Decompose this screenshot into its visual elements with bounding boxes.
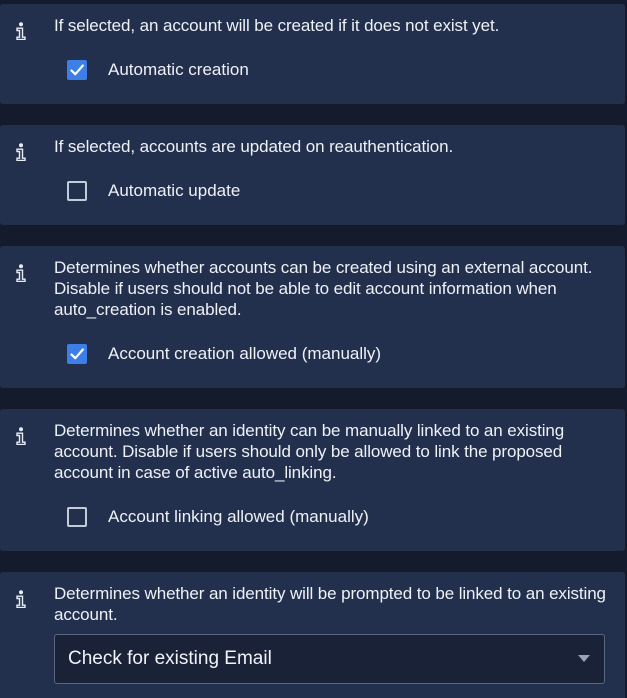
linking-mode-selected-value: Check for existing Email (68, 648, 272, 669)
setting-panel-linking-prompt: Determines whether an identity will be p… (0, 572, 625, 698)
info-icon (16, 22, 26, 40)
setting-description: If selected, an account will be created … (54, 16, 500, 35)
setting-panel-automatic-creation: If selected, an account will be created … (0, 4, 625, 104)
setting-description: Determines whether an identity can be ma… (54, 421, 565, 482)
account-creation-allowed-label: Account creation allowed (manually) (108, 344, 382, 363)
account-linking-allowed-checkbox-row[interactable]: Account linking allowed (manually) (67, 505, 369, 529)
info-icon (16, 143, 26, 161)
automatic-creation-checkbox[interactable] (67, 60, 87, 80)
setting-panel-automatic-update: If selected, accounts are updated on rea… (0, 125, 625, 225)
automatic-update-label: Automatic update (108, 181, 241, 200)
automatic-creation-checkbox-row[interactable]: Automatic creation (67, 58, 249, 82)
automatic-update-checkbox-row[interactable]: Automatic update (67, 179, 240, 203)
linking-mode-select[interactable]: Check for existing Email (54, 634, 605, 684)
info-icon (16, 264, 26, 282)
setting-description: Determines whether accounts can be creat… (54, 258, 593, 319)
checkmark-icon (70, 64, 84, 76)
info-icon (16, 590, 26, 608)
account-linking-allowed-label: Account linking allowed (manually) (108, 507, 369, 526)
account-creation-allowed-checkbox-row[interactable]: Account creation allowed (manually) (67, 342, 381, 366)
account-creation-allowed-checkbox[interactable] (67, 344, 87, 364)
info-icon (16, 427, 26, 445)
checkmark-icon (70, 348, 84, 360)
automatic-update-checkbox[interactable] (67, 181, 87, 201)
account-linking-allowed-checkbox[interactable] (67, 507, 87, 527)
setting-panel-account-linking-allowed: Determines whether an identity can be ma… (0, 409, 625, 551)
setting-panel-account-creation-allowed: Determines whether accounts can be creat… (0, 246, 625, 388)
setting-description: Determines whether an identity will be p… (54, 584, 606, 624)
chevron-down-icon[interactable] (578, 655, 590, 662)
setting-description: If selected, accounts are updated on rea… (54, 137, 454, 156)
automatic-creation-label: Automatic creation (108, 60, 249, 79)
